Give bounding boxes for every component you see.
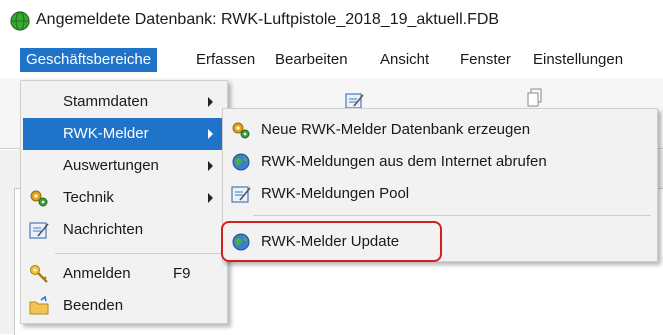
- globe-icon: [232, 153, 250, 171]
- menu-item-label: Nachrichten: [63, 221, 144, 238]
- menu-item-rwk-melder[interactable]: RWK-Melder: [23, 118, 225, 150]
- submenu-item-internet-abrufen[interactable]: RWK-Meldungen aus dem Internet abrufen: [225, 146, 655, 178]
- window-title: Angemeldete Datenbank: RWK-Luftpistole_2…: [36, 11, 500, 28]
- menu-item-label: RWK-Melder: [63, 125, 149, 142]
- menu-item-anmelden[interactable]: Anmelden F9: [23, 258, 225, 290]
- highlight-callout: [221, 221, 442, 262]
- key-icon: [30, 265, 48, 283]
- app-icon: [10, 11, 30, 31]
- menu-separator: [55, 253, 221, 254]
- menu-geschaeftsbereiche[interactable]: Geschäftsbereiche: [20, 48, 158, 72]
- title-bar: Angemeldete Datenbank: RWK-Luftpistole_2…: [0, 0, 663, 42]
- notepad-icon: [29, 222, 49, 239]
- submenu-item-meldungen-pool[interactable]: RWK-Meldungen Pool: [225, 178, 655, 210]
- menu-erfassen[interactable]: Erfassen: [196, 48, 255, 72]
- geschaeftsbereiche-menu: Stammdaten RWK-Melder Auswertungen Techn…: [20, 80, 228, 324]
- menu-item-label: Stammdaten: [63, 93, 149, 110]
- menu-item-label: RWK-Meldungen aus dem Internet abrufen: [261, 153, 547, 170]
- gears-icon: [232, 122, 250, 139]
- menu-item-label: RWK-Meldungen Pool: [261, 185, 410, 202]
- submenu-arrow-icon: [208, 193, 213, 203]
- menu-separator: [253, 215, 651, 216]
- submenu-item-neue-datenbank[interactable]: Neue RWK-Melder Datenbank erzeugen: [225, 114, 655, 146]
- document-copy-icon[interactable]: [527, 88, 543, 108]
- menu-item-label: Technik: [63, 189, 114, 206]
- menu-fenster[interactable]: Fenster: [460, 48, 511, 72]
- menu-item-beenden[interactable]: Beenden: [23, 290, 225, 322]
- menu-item-stammdaten[interactable]: Stammdaten: [23, 86, 225, 118]
- notepad-icon: [231, 186, 251, 203]
- exit-folder-icon: [29, 296, 49, 315]
- menu-item-auswertungen[interactable]: Auswertungen: [23, 150, 225, 182]
- menu-item-nachrichten[interactable]: Nachrichten: [23, 214, 225, 246]
- menu-bearbeiten[interactable]: Bearbeiten: [275, 48, 348, 72]
- menu-item-technik[interactable]: Technik: [23, 182, 225, 214]
- gears-icon: [30, 190, 48, 207]
- menu-bar: Geschäftsbereiche Erfassen Bearbeiten An…: [0, 42, 663, 78]
- submenu-arrow-icon: [208, 97, 213, 107]
- menu-item-label: Anmelden: [63, 265, 131, 282]
- shortcut-label: F9: [173, 265, 191, 282]
- menu-item-label: Neue RWK-Melder Datenbank erzeugen: [261, 121, 531, 138]
- submenu-arrow-icon: [208, 129, 213, 139]
- submenu-arrow-icon: [208, 161, 213, 171]
- menu-item-label: Auswertungen: [63, 157, 159, 174]
- menu-einstellungen[interactable]: Einstellungen: [533, 48, 623, 72]
- menu-ansicht[interactable]: Ansicht: [380, 48, 429, 72]
- menu-item-label: Beenden: [63, 297, 124, 314]
